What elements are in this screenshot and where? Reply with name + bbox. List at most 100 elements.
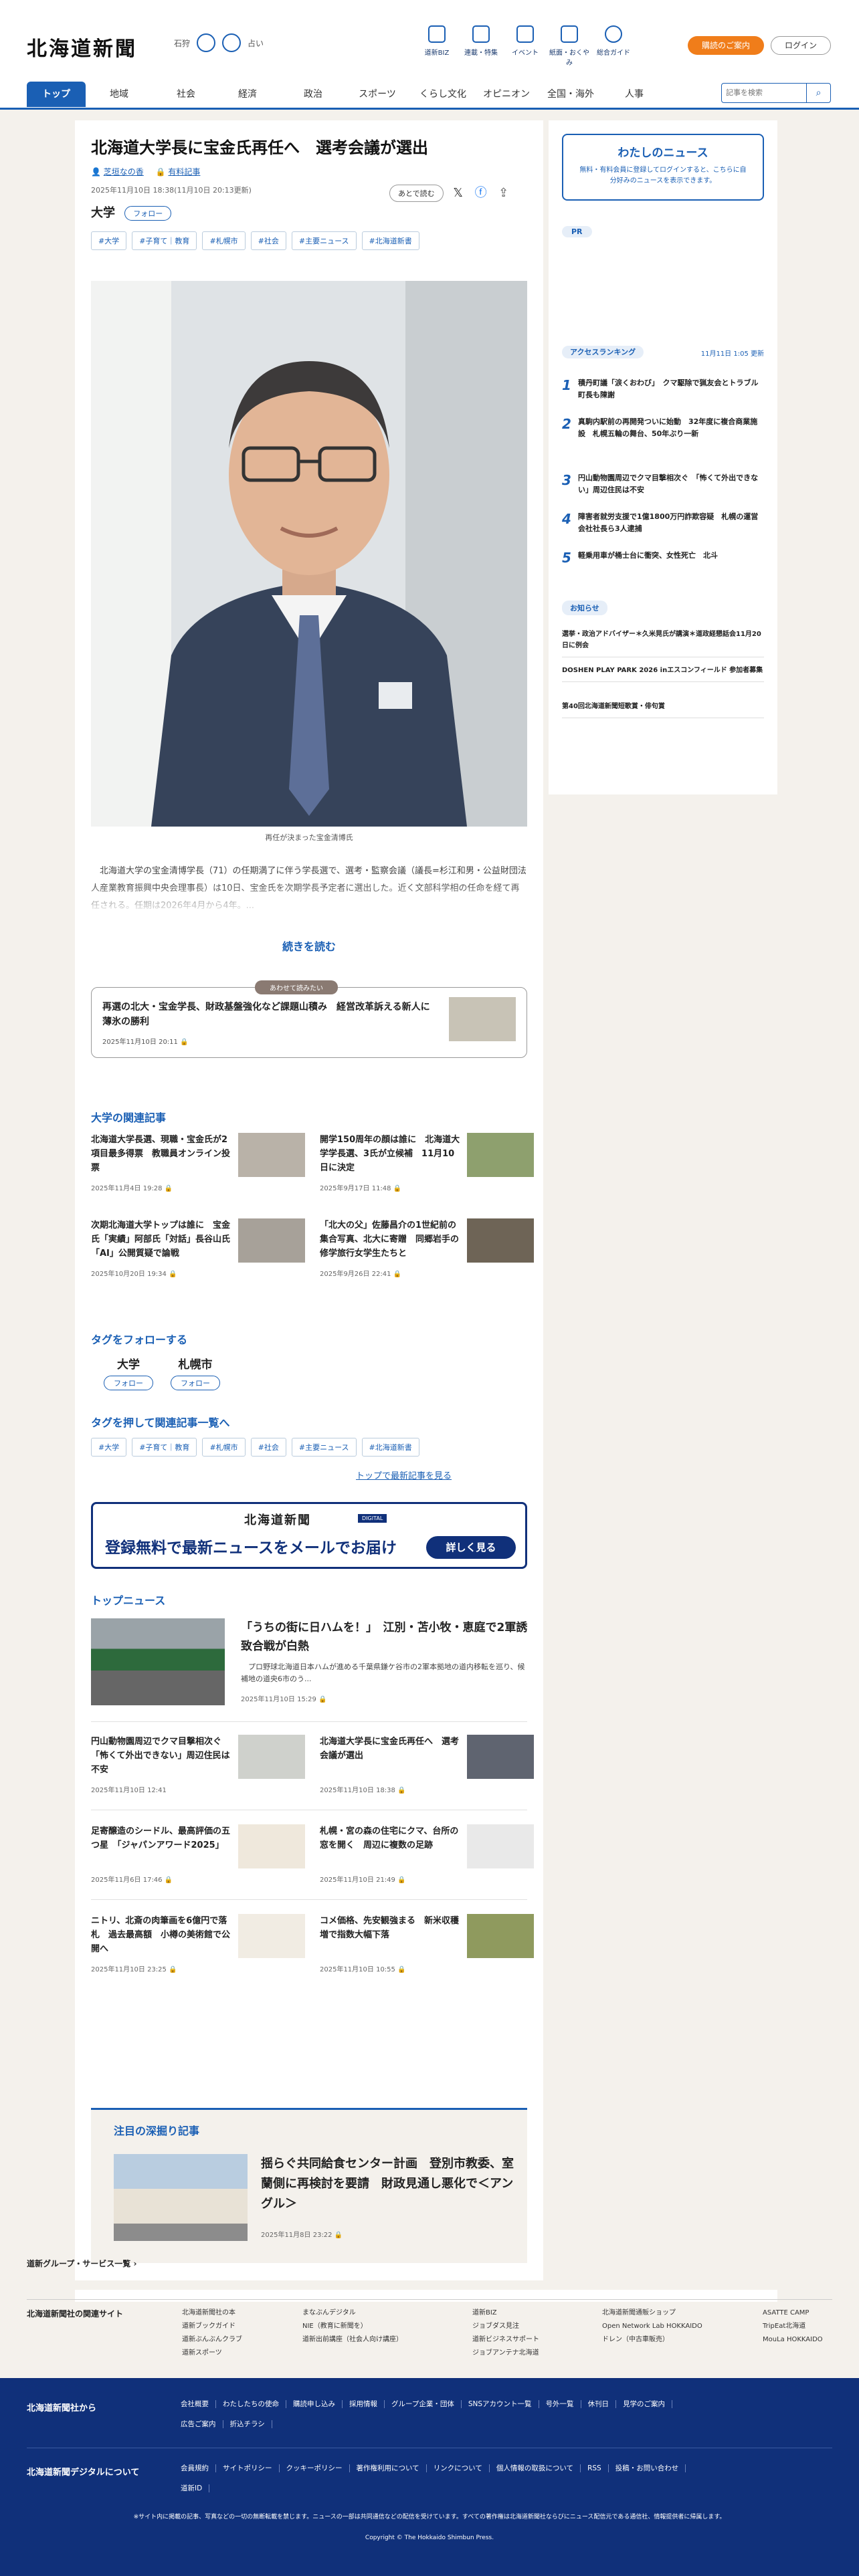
- tag-chip[interactable]: #北海道新書: [361, 1438, 419, 1457]
- tag-chip[interactable]: #札幌市: [202, 1438, 246, 1457]
- weather-widget[interactable]: 石狩 占い: [174, 33, 264, 52]
- related-item[interactable]: 北海道大学長選、現職・宝金氏が2項目最多得票 教職員オンライン投票 2025年1…: [91, 1133, 305, 1197]
- footer-link[interactable]: 折込チラシ: [229, 2420, 272, 2428]
- site-link[interactable]: ASATTE CAMP: [763, 2309, 809, 2317]
- tab-sports[interactable]: スポーツ: [349, 82, 405, 107]
- footer-link[interactable]: グループ企業・団体: [391, 2400, 462, 2408]
- related-item[interactable]: 「北大の父」佐藤昌介の1世紀前の集合写真、北大に寄贈 同郷岩手の修学旅行女学生た…: [320, 1218, 534, 1283]
- top-news-item[interactable]: 札幌・宮の森の住宅にクマ、台所の窓を開く 周辺に複数の足跡 2025年11月10…: [320, 1824, 534, 1889]
- also-read-card[interactable]: あわせて読みたい 再選の北大・宝金学長、財政基盤強化など課題山積み 経営改革訴え…: [91, 980, 527, 1058]
- tab-society[interactable]: 社会: [159, 82, 213, 107]
- site-link[interactable]: NIE（教育に新聞を）: [302, 2323, 367, 2330]
- follow-button[interactable]: フォロー: [171, 1376, 220, 1390]
- site-link[interactable]: MouLa HOKKAIDO: [763, 2336, 823, 2343]
- ranking-title[interactable]: アクセスランキング: [562, 346, 644, 358]
- footer-link[interactable]: 採用情報: [349, 2400, 385, 2408]
- tag-chip[interactable]: #北海道新書: [361, 231, 419, 250]
- footer-link[interactable]: わたしたちの使命: [223, 2400, 286, 2408]
- author-link[interactable]: 芝垣なの香: [104, 167, 144, 177]
- footer-link[interactable]: 個人情報の取扱について: [496, 2464, 581, 2472]
- footer-link[interactable]: RSS: [587, 2464, 609, 2472]
- tag-chip[interactable]: #社会: [250, 231, 286, 250]
- site-link[interactable]: TripEat北海道: [763, 2323, 805, 2330]
- notice-item[interactable]: DOSHEN PLAY PARK 2026 inエスコンフィールド 参加者募集: [562, 665, 764, 682]
- ranking-item[interactable]: 3 円山動物園周辺でクマ目撃相次ぐ 「怖くて外出できない」周辺住民は不安: [562, 472, 764, 506]
- follow-button[interactable]: フォロー: [104, 1376, 153, 1390]
- site-link[interactable]: ジョブアンテナ北海道: [472, 2349, 539, 2357]
- tab-economy[interactable]: 経済: [221, 82, 274, 107]
- footer-link[interactable]: クッキーポリシー: [286, 2464, 350, 2472]
- related-item[interactable]: 次期北海道大学トップは誰に 宝金氏「実績」阿部氏「対話」長谷山氏「AI」公開質疑…: [91, 1218, 305, 1283]
- site-link[interactable]: ドレン（中古車販売）: [602, 2336, 669, 2343]
- site-link[interactable]: 道新スポーツ: [182, 2349, 222, 2357]
- tag-chip[interactable]: #大学: [91, 231, 127, 250]
- top-news-item[interactable]: 足寄醸造のシードル、最高評価の五つ星 「ジャパンアワード2025」 2025年1…: [91, 1824, 305, 1889]
- footer-link[interactable]: 購読申し込み: [293, 2400, 343, 2408]
- tag-chip[interactable]: #子育て｜教育: [132, 231, 197, 250]
- tag-chip[interactable]: #子育て｜教育: [132, 1438, 197, 1457]
- group-services-link[interactable]: 道新グループ・サービス一覧 ›: [27, 2258, 136, 2269]
- footer-link[interactable]: サイトポリシー: [223, 2464, 280, 2472]
- x-share-icon[interactable]: 𝕏: [450, 185, 466, 201]
- site-link[interactable]: ジョブダス見注: [472, 2323, 519, 2330]
- notice-item[interactable]: 選挙・政治アドバイザー＊久米晃氏が講演＊道政経懇話会11月20日に例会: [562, 629, 764, 657]
- deep-dive-card[interactable]: 注目の深掘り記事 揺らぐ共同給食センター計画 登別市教委、室蘭側に再検討を要請 …: [91, 2108, 527, 2263]
- footer-link[interactable]: 見学のご案内: [623, 2400, 673, 2408]
- tag-chip[interactable]: #主要ニュース: [291, 1438, 357, 1457]
- newsletter-banner[interactable]: 北海道新聞 DIGITAL 登録無料で最新ニュースをメールでお届け 詳しく見る: [91, 1502, 527, 1569]
- tag-chip[interactable]: #主要ニュース: [291, 231, 357, 250]
- search-icon[interactable]: ⌕: [806, 84, 830, 102]
- tab-personnel[interactable]: 人事: [607, 82, 661, 107]
- tag-chip[interactable]: #札幌市: [202, 231, 246, 250]
- top-news-item[interactable]: 北海道大学長に宝金氏再任へ 選考会議が選出 2025年11月10日 18:38 …: [320, 1735, 534, 1799]
- tag-chip[interactable]: #大学: [91, 1438, 127, 1457]
- banner-button[interactable]: 詳しく見る: [426, 1536, 516, 1559]
- ranking-item[interactable]: 1 積丹町議「涙くおわび」 クマ駆除で猟友会とトラブル 町長も陳謝: [562, 377, 766, 411]
- paid-label[interactable]: 有料記事: [168, 167, 200, 177]
- login-button[interactable]: ログイン: [771, 36, 831, 55]
- tab-opinion[interactable]: オピニオン: [476, 82, 537, 107]
- notice-item[interactable]: 第40回北海道新聞短歌賞・俳句賞: [562, 701, 764, 718]
- read-more-button[interactable]: 続きを読む: [91, 938, 527, 954]
- tab-politics[interactable]: 政治: [286, 82, 340, 107]
- site-link[interactable]: まなぶんデジタル: [302, 2309, 356, 2317]
- footer-link[interactable]: SNSアカウント一覧: [468, 2400, 539, 2408]
- footer-link[interactable]: 広告ご案内: [181, 2420, 223, 2428]
- ranking-item[interactable]: 5 軽乗用車が桶士台に衝突、女性死亡 北斗: [562, 550, 764, 583]
- footer-link[interactable]: リンクについて: [433, 2464, 490, 2472]
- header-nav-biz[interactable]: 道新BIZ: [415, 25, 459, 67]
- site-link[interactable]: 道新BIZ: [472, 2309, 497, 2317]
- site-link[interactable]: 道新ブックガイド: [182, 2323, 235, 2330]
- search-input[interactable]: [722, 84, 802, 102]
- related-item[interactable]: 開学150周年の顔は誰に 北海道大学学長選、3氏が立候補 11月10日に決定 2…: [320, 1133, 534, 1197]
- footer-link[interactable]: 会員規約: [181, 2464, 216, 2472]
- site-link[interactable]: 道新ビジネスサポート: [472, 2336, 539, 2343]
- ranking-item[interactable]: 2 真駒内駅前の再開発ついに始動 32年度に複合商業施設 札幌五輪の舞台、50年ぶ…: [562, 416, 764, 449]
- tab-world[interactable]: 全国・海外: [541, 82, 601, 107]
- footer-link[interactable]: 投稿・お問い合わせ: [615, 2464, 686, 2472]
- site-link[interactable]: 北海道新聞社の本: [182, 2309, 235, 2317]
- top-news-item[interactable]: コメ価格、先安観強まる 新米収穫増で指数大幅下落 2025年11月10日 10:…: [320, 1914, 534, 1978]
- footer-link[interactable]: 号外一覧: [545, 2400, 581, 2408]
- header-nav-event[interactable]: イベント: [503, 25, 547, 67]
- site-link[interactable]: 道新出前講座（社会人向け講座）: [302, 2336, 403, 2343]
- tag-chip[interactable]: #社会: [250, 1438, 286, 1457]
- site-link[interactable]: Open Network Lab HOKKAIDO: [602, 2323, 702, 2330]
- latest-link[interactable]: トップで最新記事を見る: [356, 1469, 452, 1481]
- top-news-item[interactable]: 円山動物園周辺でクマ目撃相次ぐ 「怖くて外出できない」周辺住民は不安 2025年…: [91, 1735, 305, 1799]
- ranking-item[interactable]: 4 障害者就労支援で1億1800万円詐欺容疑 札幌の運営会社社長ら3人逮捕: [562, 511, 764, 544]
- top-news-lead[interactable]: 「うちの街に日ハムを！」 江別・苫小牧・恵庭で2軍誘致合戦が白熱 プロ野球北海道…: [91, 1618, 527, 1705]
- save-later-button[interactable]: あとで読む: [389, 185, 444, 202]
- footer-link[interactable]: 休刊日: [587, 2400, 617, 2408]
- footer-link[interactable]: 道新ID: [181, 2484, 210, 2492]
- header-nav-series[interactable]: 連載・特集: [459, 25, 503, 67]
- header-nav-guide[interactable]: 総合ガイド: [591, 25, 636, 67]
- footer-link[interactable]: 著作権利用について: [356, 2464, 427, 2472]
- tab-region[interactable]: 地域: [92, 82, 146, 107]
- follow-button[interactable]: フォロー: [124, 206, 172, 221]
- tab-culture[interactable]: くらし文化: [411, 82, 475, 107]
- site-link[interactable]: 北海道新聞通販ショップ: [602, 2309, 676, 2317]
- site-link[interactable]: 道新ぶんぶんクラブ: [182, 2336, 242, 2343]
- footer-link[interactable]: 会社概要: [181, 2400, 216, 2408]
- facebook-share-icon[interactable]: ⓕ: [473, 185, 489, 201]
